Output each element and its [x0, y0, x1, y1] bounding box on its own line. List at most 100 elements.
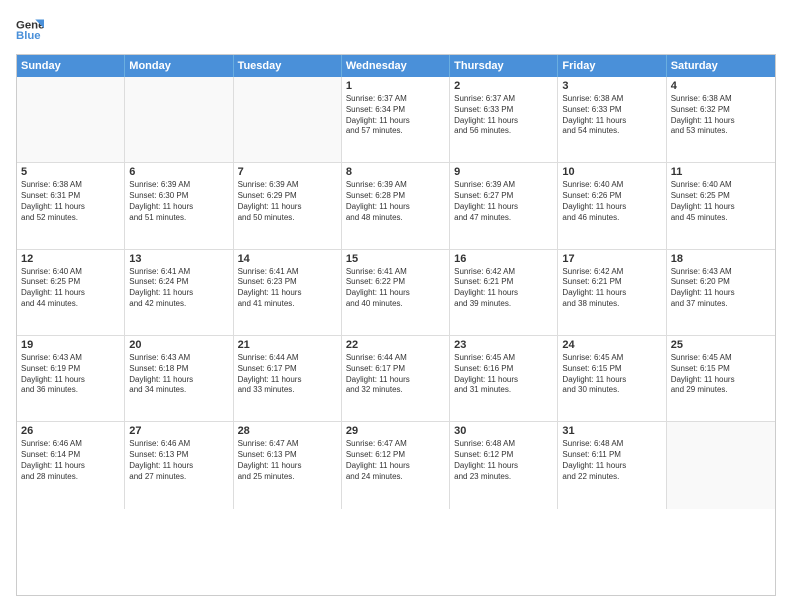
cell-date-number: 6 [129, 166, 228, 178]
logo-icon: General Blue [16, 16, 44, 44]
calendar-cell-2: 2Sunrise: 6:37 AMSunset: 6:33 PMDaylight… [450, 77, 558, 162]
cell-date-number: 27 [129, 425, 228, 437]
day-header-wednesday: Wednesday [342, 55, 450, 77]
cell-info-text: Sunrise: 6:42 AMSunset: 6:21 PMDaylight:… [454, 267, 553, 310]
cell-info-text: Sunrise: 6:40 AMSunset: 6:26 PMDaylight:… [562, 180, 661, 223]
calendar-cell-19: 19 Sunrise: 6:43 AMSunset: 6:19 PMDayligh… [17, 336, 125, 421]
cell-info-text: Sunrise: 6:39 AMSunset: 6:29 PMDaylight:… [238, 180, 337, 223]
calendar-cell-5: 5Sunrise: 6:38 AMSunset: 6:31 PMDaylight… [17, 163, 125, 248]
cell-info-text: Sunrise: 6:40 AMSunset: 6:25 PMDaylight:… [671, 180, 771, 223]
calendar-cell-7: 7 Sunrise: 6:39 AMSunset: 6:29 PMDaylight… [234, 163, 342, 248]
calendar-cell-29: 29Sunrise: 6:47 AMSunset: 6:12 PMDayligh… [342, 422, 450, 508]
cell-info-text: Sunrise: 6:42 AMSunset: 6:21 PMDaylight:… [562, 267, 661, 310]
calendar-cell-24: 24 Sunrise: 6:45 AMSunset: 6:15 PMDayligh… [558, 336, 666, 421]
day-header-saturday: Saturday [667, 55, 775, 77]
cell-info-text: Sunrise: 6:41 AMSunset: 6:22 PMDaylight:… [346, 267, 445, 310]
cell-date-number: 31 [562, 425, 661, 437]
cell-info-text: Sunrise: 6:39 AMSunset: 6:28 PMDaylight:… [346, 180, 445, 223]
calendar-cell-10: 10 Sunrise: 6:40 AMSunset: 6:26 PMDayligh… [558, 163, 666, 248]
cell-date-number: 1 [346, 80, 445, 92]
cell-info-text: Sunrise: 6:48 AMSunset: 6:11 PMDaylight:… [562, 439, 661, 482]
day-headers-row: SundayMondayTuesdayWednesdayThursdayFrid… [17, 55, 775, 77]
calendar-week-5: 26 Sunrise: 6:46 AMSunset: 6:14 PMDayligh… [17, 422, 775, 508]
cell-date-number: 18 [671, 253, 771, 265]
cell-info-text: Sunrise: 6:45 AMSunset: 6:16 PMDaylight:… [454, 353, 553, 396]
day-header-thursday: Thursday [450, 55, 558, 77]
cell-info-text: Sunrise: 6:47 AMSunset: 6:13 PMDaylight:… [238, 439, 337, 482]
cell-info-text: Sunrise: 6:44 AMSunset: 6:17 PMDaylight:… [238, 353, 337, 396]
calendar-cell-17: 17 Sunrise: 6:42 AMSunset: 6:21 PMDayligh… [558, 250, 666, 335]
cell-date-number: 23 [454, 339, 553, 351]
calendar-week-4: 19 Sunrise: 6:43 AMSunset: 6:19 PMDayligh… [17, 336, 775, 422]
calendar-cell-3: 3 Sunrise: 6:38 AMSunset: 6:33 PMDaylight… [558, 77, 666, 162]
cell-date-number: 17 [562, 253, 661, 265]
cell-info-text: Sunrise: 6:45 AMSunset: 6:15 PMDaylight:… [671, 353, 771, 396]
cell-info-text: Sunrise: 6:40 AMSunset: 6:25 PMDaylight:… [21, 267, 120, 310]
page: General Blue SundayMondayTuesdayWednesda… [0, 0, 792, 612]
cell-info-text: Sunrise: 6:38 AMSunset: 6:31 PMDaylight:… [21, 180, 120, 223]
cell-info-text: Sunrise: 6:38 AMSunset: 6:33 PMDaylight:… [562, 94, 661, 137]
calendar-week-2: 5Sunrise: 6:38 AMSunset: 6:31 PMDaylight… [17, 163, 775, 249]
calendar-cell-empty [234, 77, 342, 162]
cell-date-number: 3 [562, 80, 661, 92]
cell-info-text: Sunrise: 6:39 AMSunset: 6:27 PMDaylight:… [454, 180, 553, 223]
calendar-cell-30: 30 Sunrise: 6:48 AMSunset: 6:12 PMDayligh… [450, 422, 558, 508]
calendar-cell-21: 21 Sunrise: 6:44 AMSunset: 6:17 PMDayligh… [234, 336, 342, 421]
calendar-cell-20: 20 Sunrise: 6:43 AMSunset: 6:18 PMDayligh… [125, 336, 233, 421]
calendar-cell-11: 11 Sunrise: 6:40 AMSunset: 6:25 PMDayligh… [667, 163, 775, 248]
calendar-cell-4: 4Sunrise: 6:38 AMSunset: 6:32 PMDaylight… [667, 77, 775, 162]
cell-date-number: 12 [21, 253, 120, 265]
cell-info-text: Sunrise: 6:48 AMSunset: 6:12 PMDaylight:… [454, 439, 553, 482]
cell-date-number: 24 [562, 339, 661, 351]
calendar-cell-1: 1 Sunrise: 6:37 AMSunset: 6:34 PMDaylight… [342, 77, 450, 162]
calendar-week-3: 12 Sunrise: 6:40 AMSunset: 6:25 PMDayligh… [17, 250, 775, 336]
calendar: SundayMondayTuesdayWednesdayThursdayFrid… [16, 54, 776, 596]
cell-info-text: Sunrise: 6:45 AMSunset: 6:15 PMDaylight:… [562, 353, 661, 396]
calendar-cell-empty [125, 77, 233, 162]
calendar-cell-15: 15Sunrise: 6:41 AMSunset: 6:22 PMDayligh… [342, 250, 450, 335]
calendar-cell-9: 9 Sunrise: 6:39 AMSunset: 6:27 PMDaylight… [450, 163, 558, 248]
cell-info-text: Sunrise: 6:38 AMSunset: 6:32 PMDaylight:… [671, 94, 771, 137]
cell-date-number: 2 [454, 80, 553, 92]
cell-date-number: 20 [129, 339, 228, 351]
calendar-cell-27: 27 Sunrise: 6:46 AMSunset: 6:13 PMDayligh… [125, 422, 233, 508]
calendar-cell-8: 8 Sunrise: 6:39 AMSunset: 6:28 PMDaylight… [342, 163, 450, 248]
cell-date-number: 28 [238, 425, 337, 437]
cell-date-number: 25 [671, 339, 771, 351]
cell-info-text: Sunrise: 6:47 AMSunset: 6:12 PMDaylight:… [346, 439, 445, 482]
cell-date-number: 8 [346, 166, 445, 178]
cell-date-number: 10 [562, 166, 661, 178]
calendar-cell-18: 18Sunrise: 6:43 AMSunset: 6:20 PMDayligh… [667, 250, 775, 335]
cell-info-text: Sunrise: 6:44 AMSunset: 6:17 PMDaylight:… [346, 353, 445, 396]
day-header-friday: Friday [558, 55, 666, 77]
cell-date-number: 14 [238, 253, 337, 265]
calendar-week-1: 1 Sunrise: 6:37 AMSunset: 6:34 PMDaylight… [17, 77, 775, 163]
cell-date-number: 11 [671, 166, 771, 178]
cell-info-text: Sunrise: 6:46 AMSunset: 6:13 PMDaylight:… [129, 439, 228, 482]
cell-date-number: 19 [21, 339, 120, 351]
cell-info-text: Sunrise: 6:43 AMSunset: 6:18 PMDaylight:… [129, 353, 228, 396]
cell-date-number: 30 [454, 425, 553, 437]
calendar-cell-23: 23 Sunrise: 6:45 AMSunset: 6:16 PMDayligh… [450, 336, 558, 421]
calendar-cell-6: 6Sunrise: 6:39 AMSunset: 6:30 PMDaylight… [125, 163, 233, 248]
cell-info-text: Sunrise: 6:37 AMSunset: 6:34 PMDaylight:… [346, 94, 445, 137]
svg-text:Blue: Blue [16, 30, 41, 42]
calendar-cell-16: 16 Sunrise: 6:42 AMSunset: 6:21 PMDayligh… [450, 250, 558, 335]
calendar-cell-empty [17, 77, 125, 162]
cell-info-text: Sunrise: 6:41 AMSunset: 6:23 PMDaylight:… [238, 267, 337, 310]
cell-date-number: 9 [454, 166, 553, 178]
calendar-cell-31: 31 Sunrise: 6:48 AMSunset: 6:11 PMDayligh… [558, 422, 666, 508]
cell-info-text: Sunrise: 6:46 AMSunset: 6:14 PMDaylight:… [21, 439, 120, 482]
cell-date-number: 26 [21, 425, 120, 437]
cell-date-number: 13 [129, 253, 228, 265]
logo: General Blue [16, 16, 44, 44]
cell-date-number: 7 [238, 166, 337, 178]
calendar-cell-empty [667, 422, 775, 508]
cell-date-number: 21 [238, 339, 337, 351]
calendar-cell-13: 13Sunrise: 6:41 AMSunset: 6:24 PMDayligh… [125, 250, 233, 335]
cell-date-number: 16 [454, 253, 553, 265]
cell-date-number: 22 [346, 339, 445, 351]
calendar-cell-26: 26 Sunrise: 6:46 AMSunset: 6:14 PMDayligh… [17, 422, 125, 508]
header: General Blue [16, 16, 776, 44]
cell-info-text: Sunrise: 6:43 AMSunset: 6:19 PMDaylight:… [21, 353, 120, 396]
